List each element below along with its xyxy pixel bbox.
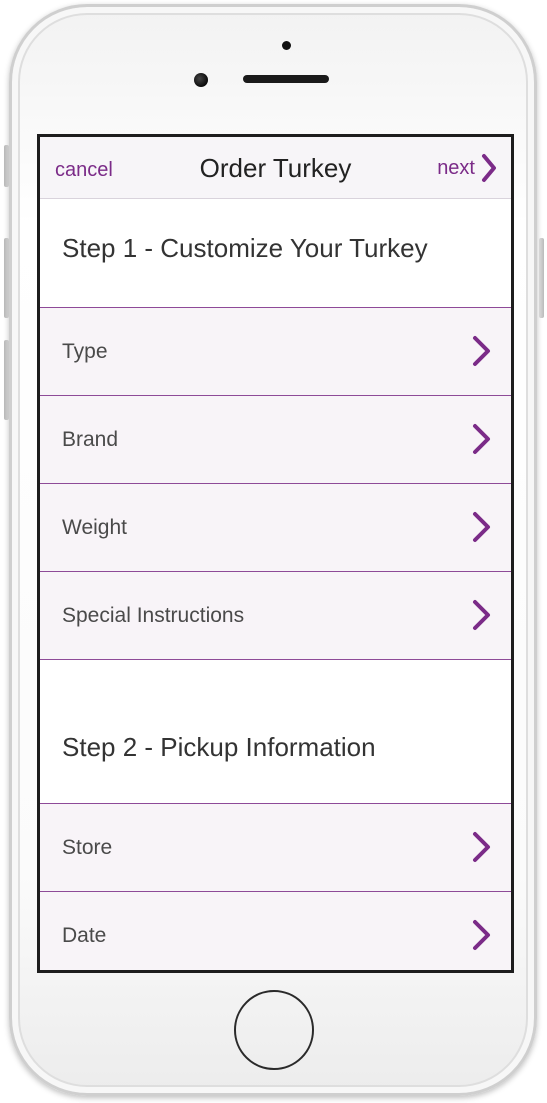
- home-button[interactable]: [234, 990, 314, 1070]
- app-screen: cancel Order Turkey next Step 1 - Custom…: [37, 134, 514, 973]
- chevron-right-icon: [473, 832, 490, 862]
- list-item-label: Special Instructions: [62, 604, 245, 627]
- next-button[interactable]: next: [437, 151, 497, 185]
- list-item-label: Store: [62, 836, 113, 859]
- list-item-label: Type: [62, 340, 108, 363]
- step2-section-header: Step 2 - Pickup Information: [40, 660, 511, 803]
- chevron-right-icon: [473, 920, 490, 950]
- chevron-right-icon: [473, 600, 490, 630]
- earpiece-speaker: [243, 75, 329, 83]
- step1-heading: Step 1 - Customize Your Turkey: [62, 233, 428, 263]
- list-item-label: Date: [62, 924, 107, 947]
- list-item-store[interactable]: Store: [40, 803, 511, 891]
- chevron-right-icon: [482, 154, 496, 182]
- list-item-brand[interactable]: Brand: [40, 395, 511, 483]
- list-item-special-instructions[interactable]: Special Instructions: [40, 571, 511, 659]
- next-button-label: next: [437, 156, 475, 179]
- list-item-label: Weight: [62, 516, 127, 539]
- front-camera: [282, 41, 291, 50]
- chevron-right-icon: [473, 336, 490, 366]
- chevron-right-icon: [473, 512, 490, 542]
- step2-heading: Step 2 - Pickup Information: [62, 732, 376, 762]
- phone-frame: cancel Order Turkey next Step 1 - Custom…: [0, 0, 547, 1103]
- chevron-right-icon: [473, 424, 490, 454]
- power-button: [539, 238, 544, 318]
- list-item-weight[interactable]: Weight: [40, 483, 511, 571]
- list-item-label: Brand: [62, 428, 119, 451]
- step1-section-header: Step 1 - Customize Your Turkey: [40, 199, 511, 307]
- proximity-sensor: [194, 73, 208, 87]
- list-item-date[interactable]: Date: [40, 891, 511, 970]
- navigation-bar: cancel Order Turkey next: [40, 137, 511, 199]
- list-item-type[interactable]: Type: [40, 307, 511, 395]
